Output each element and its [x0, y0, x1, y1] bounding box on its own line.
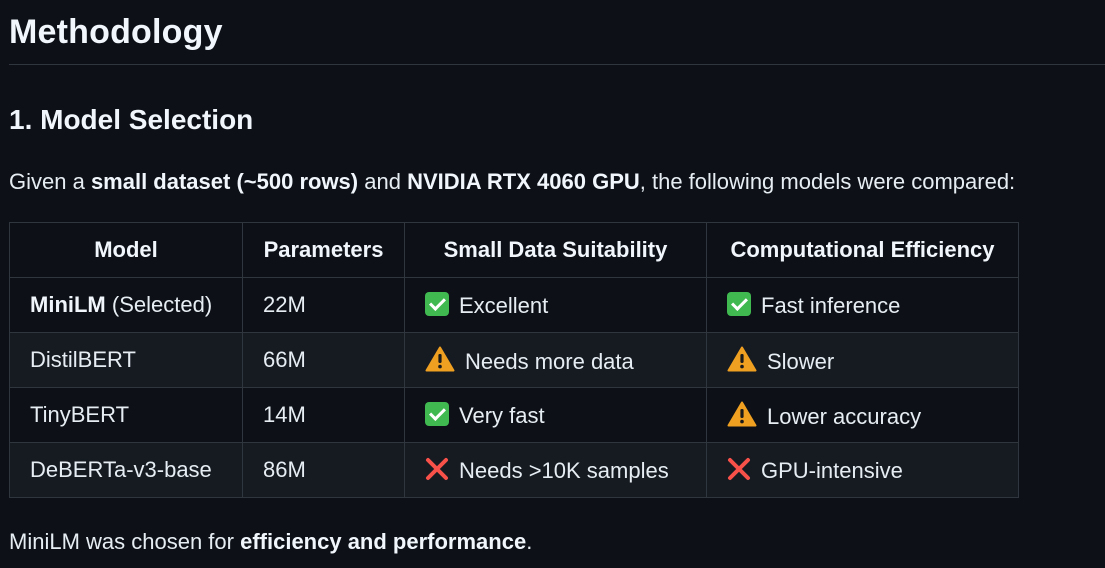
cross-icon: [727, 457, 751, 481]
cell-model: TinyBERT: [9, 387, 243, 443]
model-comparison-table: Model Parameters Small Data Suitability …: [9, 222, 1019, 498]
cell-parameters: 66M: [242, 332, 405, 388]
cell-suitability: Excellent: [404, 277, 707, 333]
cell-suitability-text: Needs >10K samples: [459, 457, 669, 483]
warning-icon: [727, 346, 757, 372]
cell-parameters: 14M: [242, 387, 405, 443]
cell-suitability: Needs more data: [404, 332, 707, 388]
cell-efficiency: Lower accuracy: [706, 387, 1019, 443]
outro-text-2: .: [526, 529, 533, 554]
table-row: MiniLM (Selected) 22M Excellent Fast infere…: [9, 277, 1019, 333]
cell-efficiency-text: GPU-intensive: [761, 457, 903, 483]
header-computational-efficiency: Computational Efficiency: [706, 222, 1019, 278]
table-row: DeBERTa-v3-base 86M Needs >10K samples GPU-…: [9, 442, 1019, 498]
header-small-data-suitability: Small Data Suitability: [404, 222, 707, 278]
model-name: TinyBERT: [30, 402, 130, 427]
conclusion-paragraph: MiniLM was chosen for efficiency and per…: [9, 527, 532, 557]
model-name-bold: MiniLM: [30, 292, 106, 317]
intro-paragraph: Given a small dataset (~500 rows) and NV…: [9, 167, 1015, 197]
cell-efficiency-text: Slower: [767, 348, 835, 374]
check-icon: [425, 291, 449, 316]
warning-icon: [727, 401, 757, 427]
cell-model: DeBERTa-v3-base: [9, 442, 243, 498]
cross-icon: [425, 457, 449, 481]
intro-text-1: Given a: [9, 169, 91, 194]
outro-bold: efficiency and performance: [240, 529, 527, 554]
page-title: Methodology: [9, 13, 223, 51]
section-title: 1. Model Selection: [9, 104, 254, 135]
header-model: Model: [9, 222, 243, 278]
outro-text-1: MiniLM was chosen for: [9, 529, 241, 554]
cell-efficiency: Fast inference: [706, 277, 1019, 333]
intro-bold-gpu: NVIDIA RTX 4060 GPU: [407, 169, 640, 194]
model-name: DeBERTa-v3-base: [30, 457, 212, 482]
table-row: TinyBERT 14M Very fast Lower accuracy: [9, 387, 1019, 443]
cell-efficiency: GPU-intensive: [706, 442, 1019, 498]
cell-suitability-text: Very fast: [459, 402, 545, 428]
cell-efficiency-text: Lower accuracy: [767, 403, 922, 429]
cell-efficiency: Slower: [706, 332, 1019, 388]
cell-suitability-text: Excellent: [459, 292, 549, 318]
model-name: DistilBERT: [30, 347, 136, 372]
model-name: (Selected): [105, 292, 213, 317]
intro-text-2: and: [358, 169, 408, 194]
cell-model: DistilBERT: [9, 332, 243, 388]
warning-icon: [425, 346, 455, 372]
cell-parameters: 22M: [242, 277, 405, 333]
table-row: DistilBERT 66M Needs more data Slower: [9, 332, 1019, 388]
cell-suitability: Very fast: [404, 387, 707, 443]
cell-parameters: 86M: [242, 442, 405, 498]
cell-efficiency-text: Fast inference: [761, 292, 901, 318]
table-header-row: Model Parameters Small Data Suitability …: [9, 222, 1019, 278]
cell-suitability-text: Needs more data: [465, 348, 634, 374]
intro-text-3: , the following models were compared:: [639, 169, 1016, 194]
heading-divider: [9, 64, 1105, 65]
cell-model: MiniLM (Selected): [9, 277, 243, 333]
header-parameters: Parameters: [242, 222, 405, 278]
check-icon: [425, 401, 449, 426]
check-icon: [727, 291, 751, 316]
cell-suitability: Needs >10K samples: [404, 442, 707, 498]
intro-bold-dataset: small dataset (~500 rows): [90, 169, 359, 194]
